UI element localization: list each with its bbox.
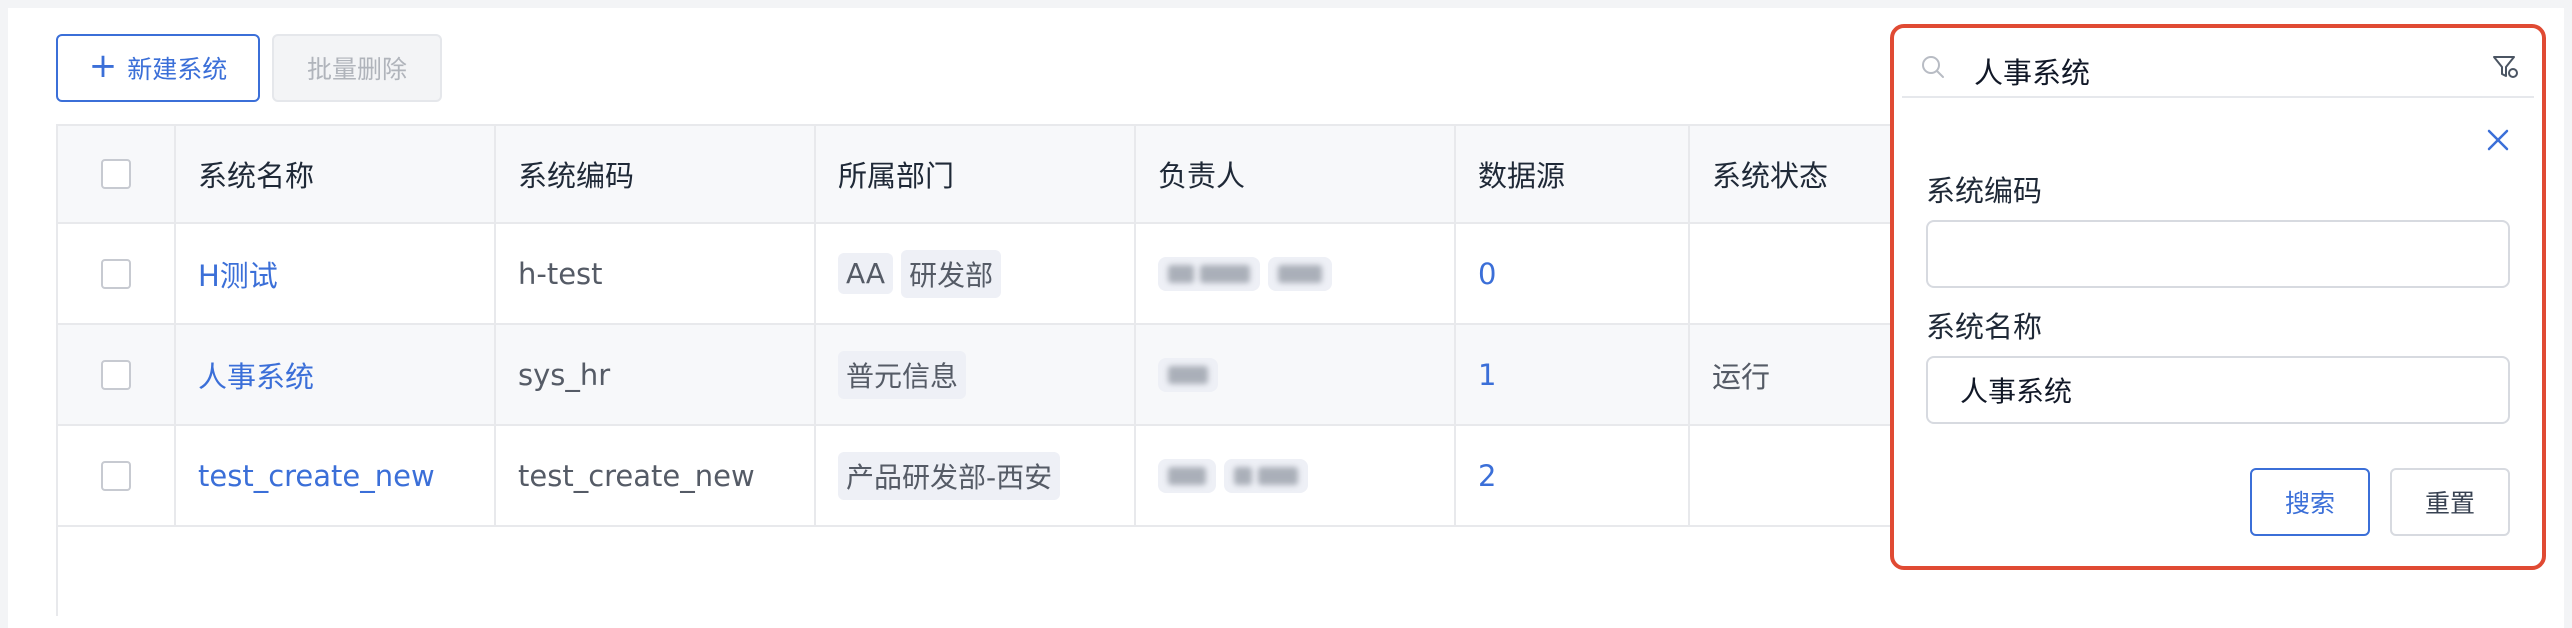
owner-cell xyxy=(1136,325,1456,424)
system-code-field[interactable] xyxy=(1926,220,2510,288)
select-all-checkbox[interactable] xyxy=(101,159,131,189)
close-icon[interactable] xyxy=(2484,126,2512,158)
system-name-cell: 人事系统 xyxy=(176,325,496,424)
row-select-cell xyxy=(58,325,176,424)
owner-cell xyxy=(1136,224,1456,323)
department-cell: AA 研发部 xyxy=(816,224,1136,323)
batch-delete-label: 批量删除 xyxy=(306,55,407,84)
system-name-label: 系统名称 xyxy=(1926,310,2043,344)
new-system-button[interactable]: + 新建系统 xyxy=(56,34,260,102)
department-tag: 普元信息 xyxy=(838,350,967,399)
row-checkbox[interactable] xyxy=(101,359,131,390)
system-name-link[interactable]: 人事系统 xyxy=(198,354,314,396)
row-checkbox[interactable] xyxy=(101,258,131,289)
department-tag: 研发部 xyxy=(901,249,1002,298)
search-button[interactable]: 搜索 xyxy=(2250,468,2370,536)
system-code-cell: test_create_new xyxy=(496,426,816,525)
plus-icon: + xyxy=(88,46,118,86)
department-tag: 产品研发部-西安 xyxy=(838,451,1061,500)
batch-delete-button[interactable]: 批量删除 xyxy=(272,34,442,102)
column-header-datasource[interactable]: 数据源 xyxy=(1456,126,1690,222)
filter-popover: 人事系统 系统编码 系统名称 搜索 重置 xyxy=(1890,24,2546,570)
search-bar[interactable]: 人事系统 xyxy=(1902,36,2534,98)
owner-tag-redacted xyxy=(1224,458,1308,493)
department-cell: 产品研发部-西安 xyxy=(816,426,1136,525)
system-name-link[interactable]: H测试 xyxy=(198,253,278,295)
search-icon xyxy=(1920,54,1946,84)
row-checkbox[interactable] xyxy=(101,460,131,491)
owner-cell xyxy=(1136,426,1456,525)
owner-tag-redacted xyxy=(1158,458,1216,493)
system-name-field[interactable] xyxy=(1926,356,2510,424)
search-value[interactable]: 人事系统 xyxy=(1974,50,2090,92)
datasource-count-link[interactable]: 1 xyxy=(1478,358,1496,392)
system-name-cell: H测试 xyxy=(176,224,496,323)
datasource-count-link[interactable]: 2 xyxy=(1478,459,1496,493)
datasource-cell: 1 xyxy=(1456,325,1690,424)
filter-icon[interactable] xyxy=(2490,52,2520,86)
datasource-count-link[interactable]: 0 xyxy=(1478,257,1496,291)
system-code-cell: sys_hr xyxy=(496,325,816,424)
column-header-owner[interactable]: 负责人 xyxy=(1136,126,1456,222)
system-name-link[interactable]: test_create_new xyxy=(198,459,435,493)
column-header-department[interactable]: 所属部门 xyxy=(816,126,1136,222)
datasource-cell: 0 xyxy=(1456,224,1690,323)
system-code-label: 系统编码 xyxy=(1926,174,2043,208)
new-system-label: 新建系统 xyxy=(127,55,228,84)
datasource-cell: 2 xyxy=(1456,426,1690,525)
owner-tag-redacted xyxy=(1158,357,1218,392)
column-header-code[interactable]: 系统编码 xyxy=(496,126,816,222)
department-cell: 普元信息 xyxy=(816,325,1136,424)
row-select-cell xyxy=(58,224,176,323)
column-header-name[interactable]: 系统名称 xyxy=(176,126,496,222)
owner-tag-redacted xyxy=(1158,256,1260,291)
owner-tag-redacted xyxy=(1268,256,1332,291)
reset-button[interactable]: 重置 xyxy=(2390,468,2510,536)
header-select-cell xyxy=(58,126,176,222)
department-tag: AA xyxy=(838,253,894,294)
system-code-cell: h-test xyxy=(496,224,816,323)
row-select-cell xyxy=(58,426,176,525)
system-name-cell: test_create_new xyxy=(176,426,496,525)
